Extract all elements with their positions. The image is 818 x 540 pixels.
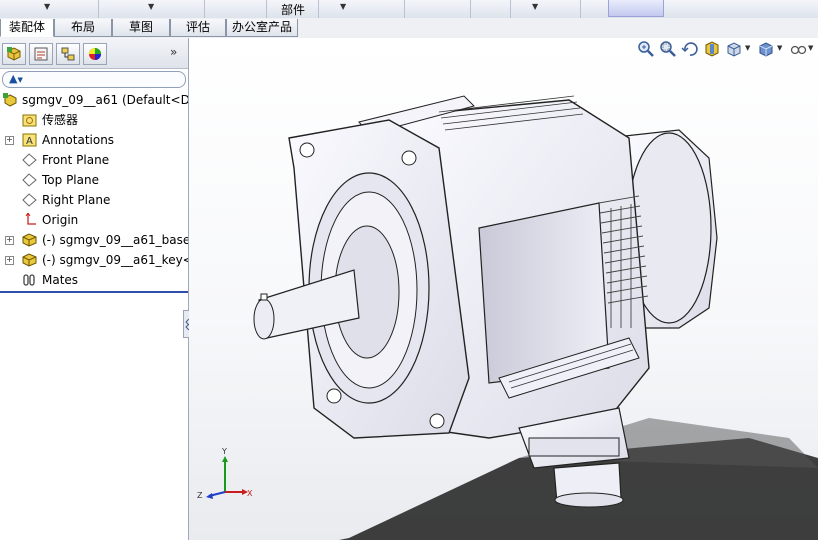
tree-item-label: (-) sgmgv_09__a61_base<: [42, 233, 188, 247]
svg-text:A: A: [26, 136, 33, 147]
assembly-icon: [3, 93, 17, 107]
tree-item-right-plane[interactable]: Right Plane: [0, 190, 188, 210]
panel-toolbar: »: [0, 38, 188, 69]
feature-manager-tab[interactable]: [2, 43, 26, 65]
tree-item-top-plane[interactable]: Top Plane: [0, 170, 188, 190]
feature-tree: sgmgv_09__a61 (Default<De 传感器 + A Annota…: [0, 90, 188, 290]
ribbon-active-button[interactable]: [608, 0, 664, 17]
front-flange: [288, 119, 470, 439]
tree-item-label: Front Plane: [42, 153, 110, 167]
tree-item-label: Mates: [42, 273, 79, 287]
graphics-viewport[interactable]: ▼ ▼ ▼ Y X Z: [189, 38, 818, 540]
feature-tree-icon: [7, 47, 21, 61]
tree-item-key-part[interactable]: + (-) sgmgv_09__a61_key<1: [0, 250, 188, 270]
tree-filter-input[interactable]: ▲▼: [2, 71, 186, 88]
configuration-manager-icon: [61, 47, 75, 61]
motor-3d-model[interactable]: [189, 38, 818, 540]
ribbon-dropdown-arrow[interactable]: ▼: [148, 2, 154, 11]
tree-item-mates[interactable]: Mates: [0, 270, 188, 290]
tab-assembly[interactable]: 装配体: [0, 19, 54, 37]
configuration-manager-tab[interactable]: [56, 43, 80, 65]
tree-item-label: 传感器: [42, 113, 79, 127]
tree-item-label: Origin: [42, 213, 79, 227]
expand-toggle[interactable]: +: [5, 236, 14, 245]
tab-office-products[interactable]: 办公室产品: [226, 19, 298, 37]
command-ribbon: ▼ ▼ 部件 ▼ ▼: [0, 0, 818, 19]
appearance-icon: [89, 48, 101, 60]
ribbon-dropdown-arrow[interactable]: ▼: [340, 2, 346, 11]
expand-toggle[interactable]: +: [5, 136, 14, 145]
triad-x-label: X: [247, 489, 253, 498]
ribbon-dropdown-arrow[interactable]: ▼: [532, 2, 538, 11]
tree-item-label: Annotations: [42, 133, 115, 147]
feature-manager-panel: » ▲▼ sgmgv_09__a61 (Default<De 传感器 + A A…: [0, 38, 193, 540]
tree-item-sensors[interactable]: 传感器: [0, 110, 188, 130]
tab-layout[interactable]: 布局: [54, 19, 112, 37]
filter-icon[interactable]: ▲▼: [9, 72, 23, 85]
tab-evaluate[interactable]: 评估: [170, 19, 226, 37]
plane-icon: [22, 153, 37, 167]
reference-triad: Y X Z: [197, 447, 253, 500]
tree-item-front-plane[interactable]: Front Plane: [0, 150, 188, 170]
triad-z-label: Z: [197, 491, 203, 500]
property-manager-icon: [34, 47, 48, 61]
tree-item-origin[interactable]: Origin: [0, 210, 188, 230]
panel-splitter[interactable]: [0, 291, 188, 293]
more-tabs-icon[interactable]: »: [170, 45, 177, 59]
tab-sketch[interactable]: 草图: [112, 19, 170, 37]
plane-icon: [22, 193, 37, 207]
origin-icon: [25, 213, 36, 225]
property-manager-tab[interactable]: [29, 43, 53, 65]
tree-item-annotations[interactable]: + A Annotations: [0, 130, 188, 150]
tree-item-label: Top Plane: [42, 173, 99, 187]
mates-icon: [23, 274, 35, 286]
expand-toggle[interactable]: +: [5, 256, 14, 265]
triad-y-label: Y: [221, 447, 227, 456]
part-icon: [22, 253, 37, 267]
ribbon-dropdown-arrow[interactable]: ▼: [44, 2, 50, 11]
tree-item-label: sgmgv_09__a61 (Default<De: [22, 93, 188, 107]
tree-item-label: (-) sgmgv_09__a61_key<1: [42, 253, 188, 267]
tree-item-base-part[interactable]: + (-) sgmgv_09__a61_base<: [0, 230, 188, 250]
plane-icon: [22, 173, 37, 187]
annotations-icon: A: [22, 133, 37, 147]
command-manager-tabs: 装配体 布局 草图 评估 办公室产品: [0, 18, 818, 38]
sensor-folder-icon: [22, 114, 37, 127]
ribbon-button-label[interactable]: 部件: [281, 1, 305, 18]
tree-item-assembly-root[interactable]: sgmgv_09__a61 (Default<De: [0, 90, 188, 110]
tree-item-label: Right Plane: [42, 193, 111, 207]
part-icon: [22, 233, 37, 247]
display-manager-tab[interactable]: [83, 43, 107, 65]
